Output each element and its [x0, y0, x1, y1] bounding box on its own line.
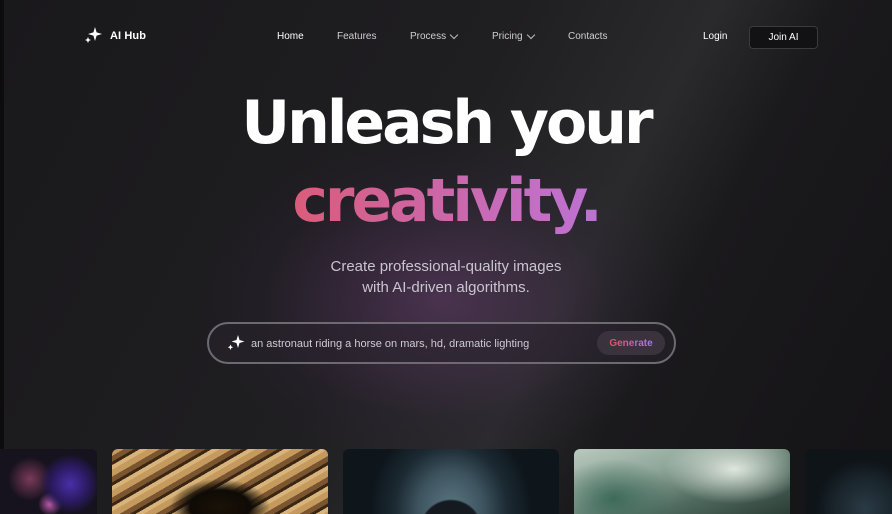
hero-title: Unleash your — [241, 88, 653, 158]
nav-item-label: Process — [410, 31, 447, 42]
prompt-bar: Generate — [207, 322, 676, 364]
chevron-down-icon — [526, 30, 535, 40]
prompt-input[interactable] — [251, 336, 591, 352]
gallery-tile-dark-orb[interactable] — [805, 449, 892, 514]
subtitle-line: with AI-driven algorithms. — [362, 279, 530, 296]
gallery-tile-green-abstract[interactable] — [574, 449, 790, 514]
nav-item-label: Pricing — [492, 31, 523, 42]
nav-item-process[interactable]: Process — [410, 30, 459, 42]
chevron-down-icon — [449, 30, 459, 40]
hero-subtitle: Create professional-quality images with … — [0, 256, 892, 298]
gallery-tile-flowers[interactable] — [0, 449, 97, 514]
gallery-tile-astronaut[interactable] — [343, 449, 559, 514]
nav-item-pricing[interactable]: Pricing — [492, 30, 535, 42]
hero-title-gradient: creativity. — [0, 166, 892, 236]
nav-item-features[interactable]: Features — [337, 31, 376, 42]
top-navigation: AI Hub Home Features Process Pricing Con… — [0, 0, 892, 76]
nav-item-contacts[interactable]: Contacts — [568, 31, 607, 42]
nav-item-label: Contacts — [568, 31, 608, 42]
generate-button[interactable]: Generate — [597, 331, 665, 355]
sparkle-icon — [227, 335, 245, 350]
gallery-tile-feather-eye[interactable] — [112, 449, 328, 514]
nav-item-home[interactable]: Home — [277, 31, 304, 42]
generate-button-label: Generate — [609, 337, 653, 349]
image-gallery — [0, 449, 892, 514]
nav-item-label: Features — [337, 31, 377, 42]
nav-item-label: Home — [277, 31, 304, 42]
subtitle-line: Create professional-quality images — [330, 258, 562, 275]
join-button[interactable]: Join AI — [749, 26, 818, 49]
login-link[interactable]: Login — [703, 31, 727, 42]
